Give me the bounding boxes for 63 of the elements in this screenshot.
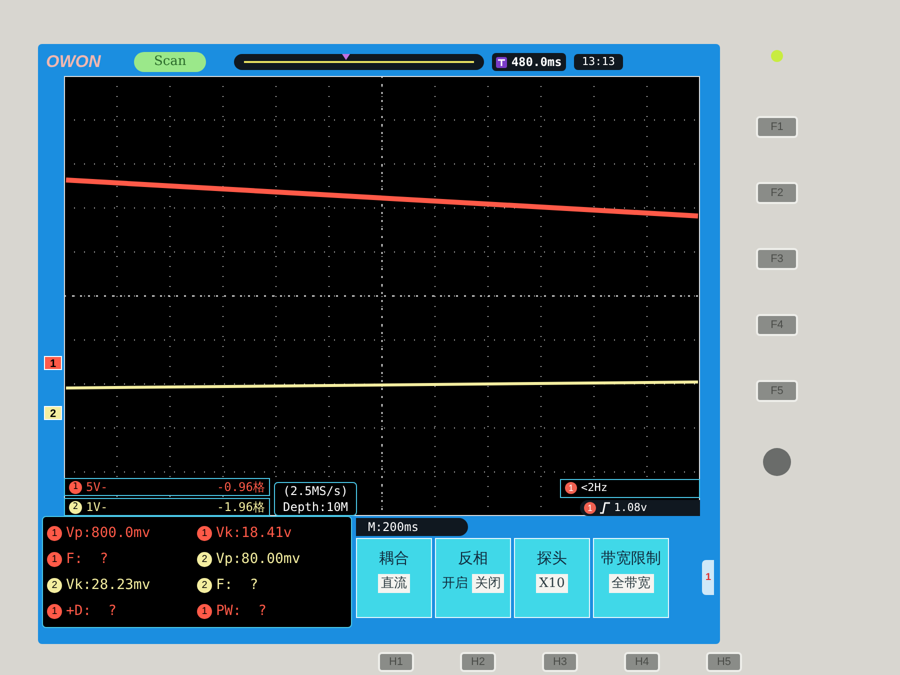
function-key[interactable]: H2 (460, 652, 496, 672)
menu-button[interactable]: 带宽限制 全带宽 (593, 538, 669, 618)
channel-badge: 1 (47, 552, 62, 566)
menu-title: 耦合 (379, 548, 409, 569)
round-button[interactable] (763, 448, 791, 476)
menu-option[interactable]: X10 (536, 574, 568, 593)
measurement-reading: Vp:80.00mv (216, 550, 300, 568)
channel-badge: 1 (69, 480, 82, 494)
menu-title: 探头 (537, 548, 567, 569)
logo: OWON (46, 51, 102, 74)
run-mode-indicator: Scan (134, 52, 206, 72)
function-key[interactable]: H1 (378, 652, 414, 672)
menu-button[interactable]: 反相 开启 关闭 (435, 538, 511, 618)
channel-badge: 1 (565, 482, 577, 494)
menu-option[interactable]: 直流 (378, 574, 410, 593)
vertical-offset: -0.96格 (216, 479, 265, 496)
measurement-reading: PW: ? (216, 602, 267, 620)
channel-badge: 1 (47, 526, 62, 540)
function-key[interactable]: F3 (756, 248, 798, 270)
vertical-offset: -1.96格 (216, 499, 265, 516)
rising-edge-icon (600, 502, 610, 514)
channel-badge: 2 (197, 578, 212, 592)
function-key[interactable]: H4 (624, 652, 660, 672)
sample-rate: (2.5MS/s) (283, 483, 348, 499)
measurement-reading: F: ? (216, 576, 258, 594)
measurement-reading: Vk:18.41v (216, 524, 292, 542)
function-key[interactable]: H5 (706, 652, 742, 672)
measurement-reading: F: ? (66, 550, 108, 568)
menu-title: 反相 (458, 548, 488, 569)
channel-badge: 1 (47, 604, 62, 618)
menu-title: 带宽限制 (601, 548, 661, 569)
volts-per-division: 5V- (86, 479, 108, 496)
menu-option[interactable]: 全带宽 (608, 574, 654, 593)
measurement-reading: Vp:800.0mv (66, 524, 150, 542)
trigger-frequency: <2Hz (581, 480, 608, 496)
menu-option[interactable]: 关闭 (472, 574, 504, 593)
menu-channel-tab[interactable]: 1 (702, 560, 714, 594)
channel-badge: 1 (197, 526, 212, 540)
menu-button[interactable]: 耦合 直流 (356, 538, 432, 618)
channel-marker: 1 (44, 356, 62, 370)
memory-depth: Depth:10M (283, 499, 348, 515)
timebase: M:200ms (356, 518, 468, 536)
clock: 13:13 (574, 54, 624, 70)
measurement-reading: Vk:28.23mv (66, 576, 150, 594)
menu-button[interactable]: 探头 X10 (514, 538, 590, 618)
function-key[interactable]: H3 (542, 652, 578, 672)
channel-badge: 2 (197, 552, 212, 566)
menu-option[interactable]: 开启 (442, 574, 468, 593)
channel-badge: 1 (197, 604, 212, 618)
channel-badge: 2 (69, 500, 82, 514)
trigger-icon (496, 56, 508, 68)
function-key[interactable]: F4 (756, 314, 798, 336)
volts-per-division: 1V- (86, 499, 108, 516)
trigger-position: 480.0ms (511, 54, 562, 71)
channel-badge: 1 (584, 502, 596, 514)
function-key[interactable]: F2 (756, 182, 798, 204)
channel-marker: 2 (44, 406, 62, 420)
function-key[interactable]: F1 (756, 116, 798, 138)
power-led (771, 50, 783, 62)
measurement-reading: +D: ? (66, 602, 117, 620)
trigger-level: 1.08v (614, 500, 648, 516)
channel-badge: 2 (47, 578, 62, 592)
function-key[interactable]: F5 (756, 380, 798, 402)
